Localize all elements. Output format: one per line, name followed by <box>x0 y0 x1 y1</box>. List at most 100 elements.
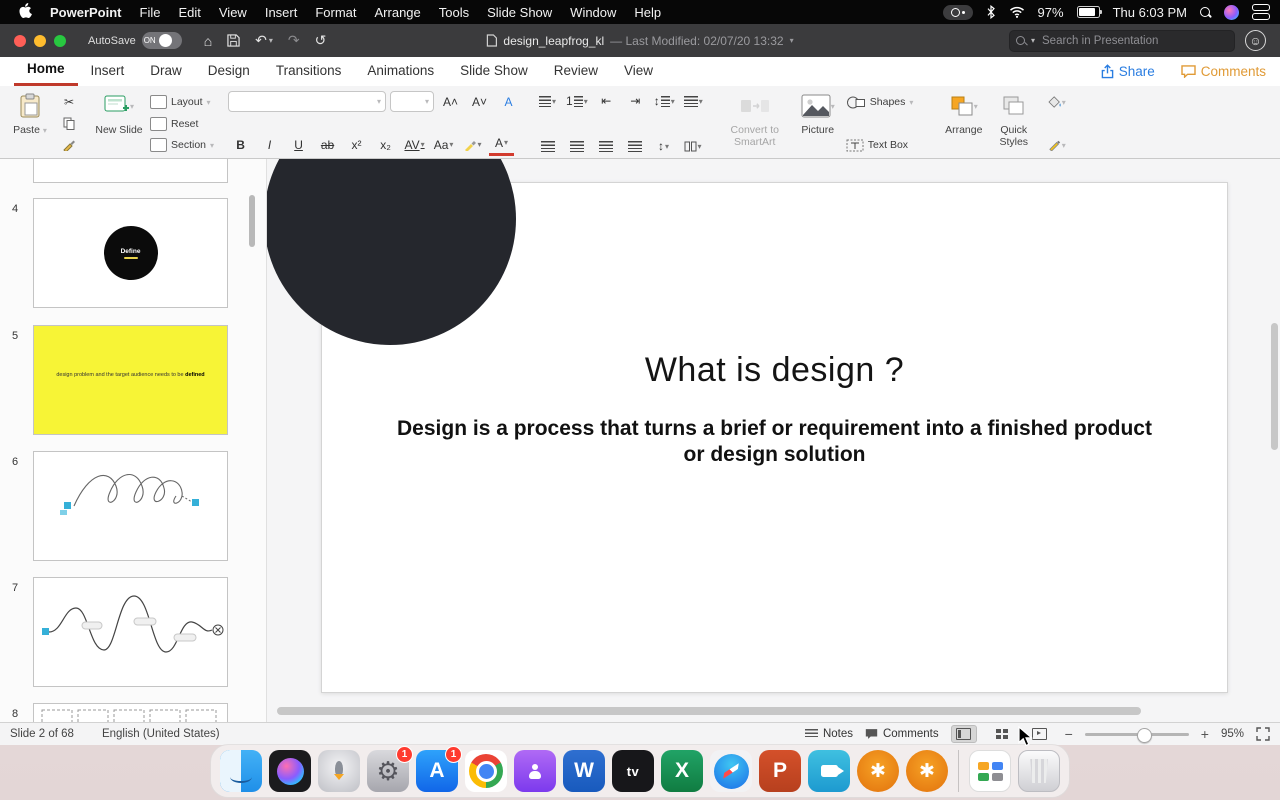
thumbnail-slide-3-partial[interactable] <box>33 159 228 183</box>
document-title[interactable]: design_leapfrog_kl <box>503 34 604 48</box>
shape-outline-button[interactable]: ▾ <box>1046 136 1068 154</box>
subscript-button[interactable]: x₂ <box>373 135 398 155</box>
dock-app-store[interactable]: A1 <box>416 746 462 792</box>
italic-button[interactable]: I <box>257 135 282 155</box>
strikethrough-button[interactable]: ab <box>315 135 340 155</box>
bullets-button[interactable]: ▾ <box>535 91 560 111</box>
convert-smartart-button[interactable]: Convert to SmartArt <box>720 91 790 156</box>
thumbnail-slide-8[interactable] <box>33 703 228 722</box>
dock-system-preferences[interactable]: ⚙ 1 <box>367 746 413 792</box>
quick-styles-button[interactable]: Quick Styles <box>992 91 1036 156</box>
presentation-search-box[interactable]: ▾ <box>1009 29 1235 52</box>
tab-view[interactable]: View <box>611 59 666 85</box>
tab-animations[interactable]: Animations <box>354 59 447 85</box>
zoom-slider-knob[interactable] <box>1136 727 1152 743</box>
tab-slideshow[interactable]: Slide Show <box>447 59 541 85</box>
grow-font-button[interactable]: A˄ <box>438 92 463 112</box>
align-center-button[interactable] <box>564 136 589 156</box>
font-name-dropdown[interactable]: ▾ <box>228 91 387 112</box>
normal-view-button[interactable] <box>950 725 977 743</box>
feedback-smiley-button[interactable]: ☺ <box>1245 30 1266 51</box>
dock-chrome[interactable] <box>465 750 507 792</box>
menu-arrange[interactable]: Arrange <box>366 5 430 20</box>
menu-slideshow[interactable]: Slide Show <box>478 5 561 20</box>
tab-transitions[interactable]: Transitions <box>263 59 355 85</box>
increase-indent-button[interactable]: ⇥ <box>623 91 648 111</box>
dock-apple-tv[interactable]: tv <box>612 750 654 792</box>
slide-sorter-view-button[interactable] <box>989 725 1015 743</box>
character-spacing-button[interactable]: AV ▾ <box>402 135 427 155</box>
tab-design[interactable]: Design <box>195 59 263 85</box>
tab-review[interactable]: Review <box>541 59 611 85</box>
dock-launchpad[interactable] <box>318 750 360 792</box>
line-spacing-button[interactable]: ↕ ▾ <box>652 91 677 111</box>
zoom-slider[interactable] <box>1084 727 1189 743</box>
wifi-icon[interactable] <box>1009 6 1025 18</box>
horizontal-scrollbar[interactable] <box>277 707 1141 715</box>
highlight-button[interactable]: ▾ <box>460 135 485 155</box>
slide-thumbnail-panel[interactable]: 4 Define 5 design problem and the target… <box>0 159 267 722</box>
thumbnail-slide-7[interactable] <box>33 577 228 687</box>
align-text-button[interactable]: ↕ ▾ <box>651 136 676 156</box>
format-painter-button[interactable] <box>58 136 80 154</box>
tab-home[interactable]: Home <box>14 57 78 86</box>
zoom-level[interactable]: 95% <box>1221 728 1244 740</box>
zoom-out-button[interactable]: − <box>1065 726 1073 742</box>
underline-button[interactable]: U <box>286 135 311 155</box>
decrease-indent-button[interactable]: ⇤ <box>594 91 619 111</box>
text-box-button[interactable]: Text Box <box>846 136 920 154</box>
bluetooth-icon[interactable] <box>986 5 996 19</box>
section-button[interactable]: Section ▾ <box>150 136 214 154</box>
menu-insert[interactable]: Insert <box>256 5 307 20</box>
reset-button[interactable]: Reset <box>150 115 214 133</box>
menu-app-name[interactable]: PowerPoint <box>41 5 131 20</box>
slide-canvas[interactable]: What is design ? Design is a process tha… <box>267 159 1280 722</box>
layout-button[interactable]: Layout ▾ <box>150 93 214 111</box>
menu-tools[interactable]: Tools <box>430 5 478 20</box>
comments-panel-button[interactable]: Comments <box>865 728 939 740</box>
menu-help[interactable]: Help <box>625 5 670 20</box>
tab-insert[interactable]: Insert <box>78 59 138 85</box>
comments-button[interactable]: Comments <box>1181 64 1266 79</box>
search-input[interactable] <box>1040 33 1205 48</box>
spotlight-icon[interactable] <box>1200 6 1211 18</box>
control-center-icon[interactable] <box>1252 4 1270 20</box>
autosave-toggle[interactable]: ON <box>141 32 182 49</box>
text-direction-button[interactable]: ▾ <box>681 91 706 111</box>
siri-icon[interactable] <box>1224 4 1239 20</box>
font-size-dropdown[interactable]: ▾ <box>390 91 435 112</box>
justify-button[interactable] <box>622 136 647 156</box>
menu-file[interactable]: File <box>131 5 170 20</box>
shrink-font-button[interactable]: A˅ <box>467 92 492 112</box>
arrange-button[interactable]: ▾ Arrange <box>942 91 986 156</box>
undo-button[interactable]: ↶ ▾ <box>255 32 273 49</box>
apple-menu[interactable] <box>10 3 41 21</box>
thumbnail-panel-scrollbar[interactable] <box>249 195 255 247</box>
close-window-button[interactable] <box>14 34 26 47</box>
minimize-window-button[interactable] <box>34 34 46 47</box>
screen-record-indicator[interactable] <box>942 4 973 20</box>
superscript-button[interactable]: x² <box>344 135 369 155</box>
dock-widgets[interactable] <box>969 750 1011 792</box>
zoom-in-button[interactable]: + <box>1201 726 1209 742</box>
bold-button[interactable]: B <box>228 135 253 155</box>
zoom-window-button[interactable] <box>54 34 66 47</box>
menu-format[interactable]: Format <box>306 5 365 20</box>
align-left-button[interactable] <box>535 136 560 156</box>
new-slide-button[interactable]: ▾ New Slide <box>94 91 144 156</box>
thumbnail-slide-4[interactable]: Define <box>33 198 228 308</box>
dock-finder[interactable] <box>220 750 262 792</box>
font-color-button[interactable]: A ▾ <box>489 133 515 156</box>
dock-word[interactable]: W <box>563 750 605 792</box>
dock-facetime[interactable] <box>808 750 850 792</box>
chevron-down-icon[interactable]: ▾ <box>790 36 794 45</box>
slide-title-text[interactable]: What is design ? <box>322 351 1227 390</box>
dock-powerpoint[interactable]: P <box>759 750 801 792</box>
fit-to-window-icon[interactable] <box>1256 727 1270 741</box>
revert-button[interactable]: ↺ <box>315 32 327 49</box>
vertical-scrollbar[interactable] <box>1271 323 1278 450</box>
picture-button[interactable]: ▾ Picture <box>796 91 840 156</box>
change-case-button[interactable]: Aa ▾ <box>431 135 456 155</box>
slideshow-view-button[interactable] <box>1027 725 1053 743</box>
columns-button[interactable]: ▾ <box>680 136 705 156</box>
